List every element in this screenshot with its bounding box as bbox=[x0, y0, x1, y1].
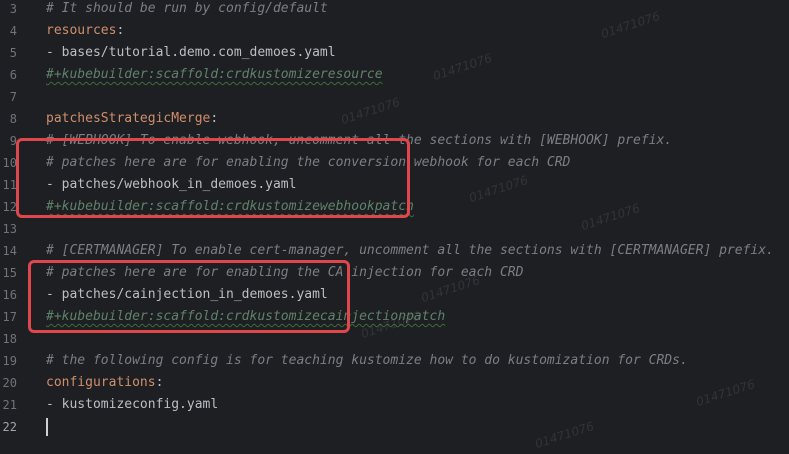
code-token: : bbox=[155, 375, 164, 390]
code-line[interactable]: 8 patchesStrategicMerge: bbox=[0, 108, 789, 130]
code-token: - patches/cainjection_in_demoes.yaml bbox=[46, 287, 328, 302]
text-caret bbox=[46, 418, 48, 436]
line-number: 6 bbox=[9, 68, 17, 82]
line-number: 11 bbox=[2, 178, 17, 192]
line-number: 13 bbox=[2, 222, 17, 236]
code-line[interactable]: 13 bbox=[0, 218, 789, 240]
line-number: 20 bbox=[2, 376, 17, 390]
code-token: #+kubebuilder:scaffold:crdkustomizeresou… bbox=[46, 67, 383, 82]
line-number: 10 bbox=[2, 156, 17, 170]
code-line[interactable]: 6 #+kubebuilder:scaffold:crdkustomizereso… bbox=[0, 64, 789, 86]
code-token: - kustomizeconfig.yaml bbox=[46, 397, 219, 412]
line-code: # It should be run by config/default bbox=[46, 0, 328, 20]
code-line[interactable]: 5 - bases/tutorial.demo.com_demoes.yaml bbox=[0, 42, 789, 64]
line-number: 21 bbox=[2, 398, 17, 412]
line-number: 16 bbox=[2, 288, 17, 302]
line-number: 15 bbox=[2, 266, 17, 280]
code-line[interactable]: 19 # the following config is for teaching… bbox=[0, 350, 789, 372]
line-code: # patches here are for enabling the CA i… bbox=[46, 262, 523, 284]
line-number: 17 bbox=[2, 310, 17, 324]
code-line[interactable]: 3 # It should be run by config/default bbox=[0, 0, 789, 20]
line-number: 3 bbox=[9, 2, 17, 16]
code-token: : bbox=[116, 23, 125, 38]
line-number: 7 bbox=[9, 90, 17, 104]
line-number: 18 bbox=[2, 332, 17, 346]
line-code: resources: bbox=[46, 20, 124, 42]
code-line[interactable]: 10 # patches here are for enabling the co… bbox=[0, 152, 789, 174]
code-line[interactable]: 20 configurations: bbox=[0, 372, 789, 394]
code-token: # [CERTMANAGER] To enable cert-manager, … bbox=[46, 243, 774, 258]
line-number: 22 bbox=[2, 420, 17, 434]
code-token: - bases/tutorial.demo.com_demoes.yaml bbox=[46, 45, 336, 60]
code-token: # [WEBHOOK] To enable webhook, uncomment… bbox=[46, 133, 673, 148]
code-token: patchesStrategicMerge bbox=[46, 111, 211, 126]
line-code: # the following config is for teaching k… bbox=[46, 350, 688, 372]
line-number: 19 bbox=[2, 354, 17, 368]
code-token: # patches here are for enabling the conv… bbox=[46, 155, 571, 170]
line-code: #+kubebuilder:scaffold:crdkustomizecainj… bbox=[46, 306, 445, 328]
line-number: 4 bbox=[9, 24, 17, 38]
code-token: resources bbox=[46, 23, 117, 38]
line-code: # patches here are for enabling the conv… bbox=[46, 152, 570, 174]
code-line[interactable]: 11 - patches/webhook_in_demoes.yaml bbox=[0, 174, 789, 196]
line-code: # [WEBHOOK] To enable webhook, uncomment… bbox=[46, 130, 672, 152]
code-token: #+kubebuilder:scaffold:crdkustomizecainj… bbox=[46, 309, 446, 324]
code-line[interactable]: 14 # [CERTMANAGER] To enable cert-manager… bbox=[0, 240, 789, 262]
line-code: #+kubebuilder:scaffold:crdkustomizeresou… bbox=[46, 64, 383, 86]
line-code: patchesStrategicMerge: bbox=[46, 108, 218, 130]
code-line[interactable]: 7 bbox=[0, 86, 789, 108]
code-line[interactable]: 4 resources: bbox=[0, 20, 789, 42]
code-editor[interactable]: 3 # It should be run by config/default 4 re… bbox=[0, 0, 789, 454]
line-number: 14 bbox=[2, 244, 17, 258]
code-token: configurations bbox=[46, 375, 156, 390]
code-line[interactable]: 18 bbox=[0, 328, 789, 350]
line-number: 5 bbox=[9, 46, 17, 60]
code-line[interactable]: 16 - patches/cainjection_in_demoes.yaml bbox=[0, 284, 789, 306]
line-code: #+kubebuilder:scaffold:crdkustomizewebho… bbox=[46, 196, 414, 218]
code-token: #+kubebuilder:scaffold:crdkustomizewebho… bbox=[46, 199, 414, 214]
line-number: 12 bbox=[2, 200, 17, 214]
line-number: 9 bbox=[9, 134, 17, 148]
line-code: configurations: bbox=[46, 372, 163, 394]
code-token: - patches/webhook_in_demoes.yaml bbox=[46, 177, 297, 192]
code-token: : bbox=[210, 111, 219, 126]
line-code: - bases/tutorial.demo.com_demoes.yaml bbox=[46, 42, 336, 64]
code-token: # patches here are for enabling the CA i… bbox=[46, 265, 524, 280]
code-line[interactable]: 12 #+kubebuilder:scaffold:crdkustomizeweb… bbox=[0, 196, 789, 218]
code-line[interactable]: 22 bbox=[0, 416, 789, 438]
code-token: # the following config is for teaching k… bbox=[46, 353, 688, 368]
code-line[interactable]: 15 # patches here are for enabling the CA… bbox=[0, 262, 789, 284]
code-token: # It should be run by config/default bbox=[46, 1, 328, 16]
code-lines[interactable]: 3 # It should be run by config/default 4 re… bbox=[0, 0, 789, 438]
code-line[interactable]: 21 - kustomizeconfig.yaml bbox=[0, 394, 789, 416]
line-code: - kustomizeconfig.yaml bbox=[46, 394, 218, 416]
line-code: - patches/webhook_in_demoes.yaml bbox=[46, 174, 296, 196]
code-line[interactable]: 9 # [WEBHOOK] To enable webhook, uncommen… bbox=[0, 130, 789, 152]
line-code: - patches/cainjection_in_demoes.yaml bbox=[46, 284, 328, 306]
code-line[interactable]: 17 #+kubebuilder:scaffold:crdkustomizecai… bbox=[0, 306, 789, 328]
line-code: # [CERTMANAGER] To enable cert-manager, … bbox=[46, 240, 774, 262]
line-number: 8 bbox=[9, 112, 17, 126]
